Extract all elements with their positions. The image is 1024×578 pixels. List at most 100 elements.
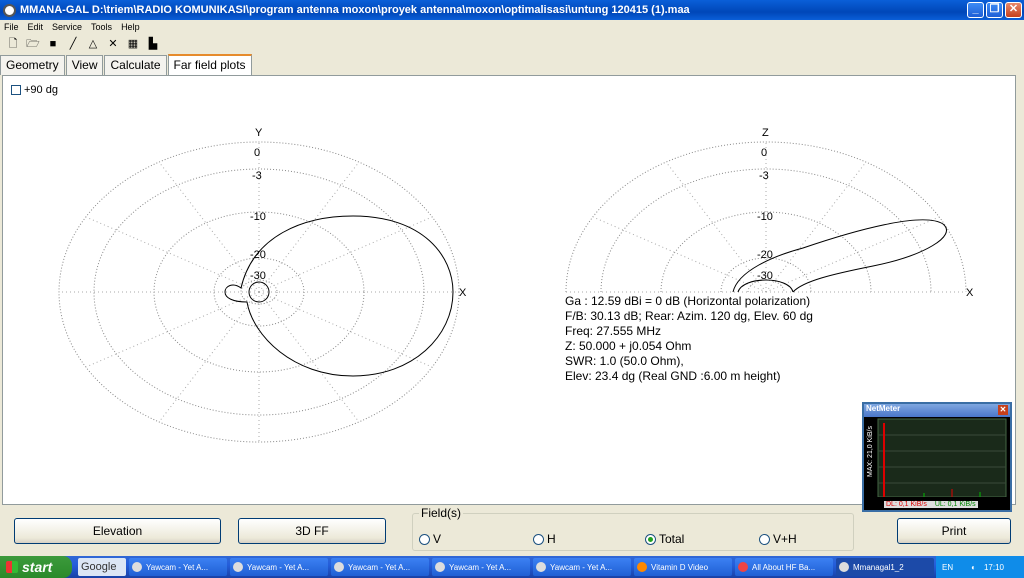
tab-far-field-plots[interactable]: Far field plots xyxy=(167,54,252,75)
info-gain: Ga : 12.59 dBi = 0 dB (Horizontal polari… xyxy=(565,294,811,308)
start-label: start xyxy=(22,559,53,575)
open-folder-icon[interactable]: 🗁 xyxy=(26,37,40,51)
task-yawcam-4[interactable]: Yawcam - Yet A... xyxy=(432,558,530,576)
menu-help[interactable]: Help xyxy=(121,22,140,32)
az-ring-label-0: 0 xyxy=(254,147,260,159)
info-elev: Elev: 23.4 dg (Real GND :6.00 m height) xyxy=(565,369,781,383)
task-mmanagal[interactable]: Mmanagal1_2 xyxy=(836,558,934,576)
netmeter-close-icon[interactable]: ✕ xyxy=(998,405,1008,415)
task-vitamin-d[interactable]: Vitamin D Video xyxy=(634,558,732,576)
bottom-controls: Elevation 3D FF Field(s) V H Total V+H P… xyxy=(0,506,1024,552)
task-label: Vitamin D Video xyxy=(651,562,709,572)
el-ring-label-10: -10 xyxy=(757,211,773,223)
task-yawcam-5[interactable]: Yawcam - Yet A... xyxy=(533,558,631,576)
close-button[interactable]: ✕ xyxy=(1005,2,1022,18)
google-toolbar[interactable]: Google xyxy=(78,558,126,576)
netmeter-title-text: NetMeter xyxy=(866,404,901,413)
task-label: Yawcam - Yet A... xyxy=(247,562,310,572)
restore-button[interactable]: ❐ xyxy=(986,2,1003,18)
radio-total-label: Total xyxy=(659,532,685,546)
tab-strip: Geometry View Calculate Far field plots xyxy=(0,54,253,75)
netmeter-widget[interactable]: NetMeter ✕ MAX: 21,0 KiB/s DL: 0,1 KiB/s… xyxy=(862,402,1012,512)
info-freq: Freq: 27.555 MHz xyxy=(565,324,662,338)
radio-h-label: H xyxy=(547,532,556,546)
triangle-icon[interactable]: △ xyxy=(86,37,100,51)
radio-h-dot[interactable] xyxy=(533,533,544,545)
netmeter-dl: DL: 0,1 KiB/s xyxy=(886,501,927,508)
line-icon[interactable]: ╱ xyxy=(66,37,80,51)
az-y-axis-label: Y xyxy=(255,127,263,139)
radio-v-dot[interactable] xyxy=(419,533,430,545)
system-tray: EN ◐ 17:10 xyxy=(936,556,1024,578)
tab-calculate[interactable]: Calculate xyxy=(104,55,167,75)
el-z-axis-label: Z xyxy=(762,127,769,139)
mmana-icon xyxy=(839,562,849,572)
tab-geometry[interactable]: Geometry xyxy=(0,55,65,75)
window-title: MMANA-GAL D:\triem\RADIO KOMUNIKASI\prog… xyxy=(20,4,690,16)
task-yawcam-1[interactable]: Yawcam - Yet A... xyxy=(129,558,227,576)
tools-icon[interactable]: ✕ xyxy=(106,37,120,51)
netmeter-title: NetMeter ✕ xyxy=(864,404,1010,417)
info-impedance: Z: 50.000 + j0.054 Ohm xyxy=(565,339,692,353)
toolbar: 🗋 🗁 ■ ╱ △ ✕ ▦ ▙ xyxy=(0,35,1024,53)
ff3d-button[interactable]: 3D FF xyxy=(238,518,386,544)
elevation-plot: Z X 0 -3 -10 -20 -30 xyxy=(565,127,974,299)
title-bar: MMANA-GAL D:\triem\RADIO KOMUNIKASI\prog… xyxy=(0,0,1024,20)
az-ring-label-3: -3 xyxy=(252,170,262,182)
az-ring-label-10: -10 xyxy=(250,211,266,223)
radio-vh-label: V+H xyxy=(773,532,797,546)
info-swr: SWR: 1.0 (50.0 Ohm), xyxy=(565,354,684,368)
menu-edit[interactable]: Edit xyxy=(28,22,44,32)
save-icon[interactable]: ■ xyxy=(46,37,60,51)
start-button[interactable]: start xyxy=(0,556,72,578)
yawcam-icon xyxy=(536,562,546,572)
radio-total-dot[interactable] xyxy=(645,533,656,545)
az-ring-label-30: -30 xyxy=(250,270,266,282)
menu-bar: File Edit Service Tools Help xyxy=(0,20,1024,34)
radial-grid xyxy=(59,142,459,442)
new-file-icon[interactable]: 🗋 xyxy=(6,37,20,51)
radio-v-label: V xyxy=(433,532,442,546)
radio-v[interactable]: V xyxy=(419,532,441,546)
menu-tools[interactable]: Tools xyxy=(91,22,112,32)
radio-vh[interactable]: V+H xyxy=(759,532,797,546)
task-label: Mmanagal1_2 xyxy=(853,562,904,572)
yawcam-icon xyxy=(132,562,142,572)
clock[interactable]: 17:10 xyxy=(984,563,1004,572)
menu-service[interactable]: Service xyxy=(52,22,82,32)
el-x-axis-label: X xyxy=(966,287,974,299)
task-label: Yawcam - Yet A... xyxy=(348,562,411,572)
netmeter-max-label: MAX: 21,0 KiB/s xyxy=(867,426,874,477)
radio-total[interactable]: Total xyxy=(645,532,684,546)
task-hf-bands[interactable]: All About HF Ba... xyxy=(735,558,833,576)
task-label: Yawcam - Yet A... xyxy=(449,562,512,572)
menu-file[interactable]: File xyxy=(4,22,19,32)
el-ring-label-30: -30 xyxy=(757,270,773,282)
yawcam-icon xyxy=(435,562,445,572)
elevation-button[interactable]: Elevation xyxy=(14,518,221,544)
minimize-button[interactable]: _ xyxy=(967,2,984,18)
radio-h[interactable]: H xyxy=(533,532,556,546)
az-ring-label-20: -20 xyxy=(250,249,266,261)
calculator-icon[interactable]: ▦ xyxy=(126,37,140,51)
radio-vh-dot[interactable] xyxy=(759,533,770,545)
tray-icon[interactable]: ◐ xyxy=(971,563,976,572)
netmeter-graph: MAX: 21,0 KiB/s xyxy=(867,418,1007,498)
task-label: All About HF Ba... xyxy=(752,562,816,572)
print-button[interactable]: Print xyxy=(897,518,1011,544)
app-icon xyxy=(3,3,16,17)
task-yawcam-2[interactable]: Yawcam - Yet A... xyxy=(230,558,328,576)
el-ring-label-0: 0 xyxy=(761,147,767,159)
azimuth-plot: Y X 0 -3 -10 -20 -30 xyxy=(58,127,467,443)
field-legend: Field(s) xyxy=(419,506,464,520)
netmeter-ul: UL: 0,1 KiB/s xyxy=(934,501,976,508)
az-x-axis-label: X xyxy=(459,287,467,299)
netmeter-status: DL: 0,1 KiB/s UL: 0,1 KiB/s xyxy=(884,501,978,508)
yawcam-icon xyxy=(334,562,344,572)
task-yawcam-3[interactable]: Yawcam - Yet A... xyxy=(331,558,429,576)
antenna-info: Ga : 12.59 dBi = 0 dB (Horizontal polari… xyxy=(565,294,813,384)
chart-icon[interactable]: ▙ xyxy=(146,37,160,51)
language-indicator[interactable]: EN xyxy=(942,563,953,572)
tab-view[interactable]: View xyxy=(65,55,104,75)
task-label: Yawcam - Yet A... xyxy=(550,562,613,572)
